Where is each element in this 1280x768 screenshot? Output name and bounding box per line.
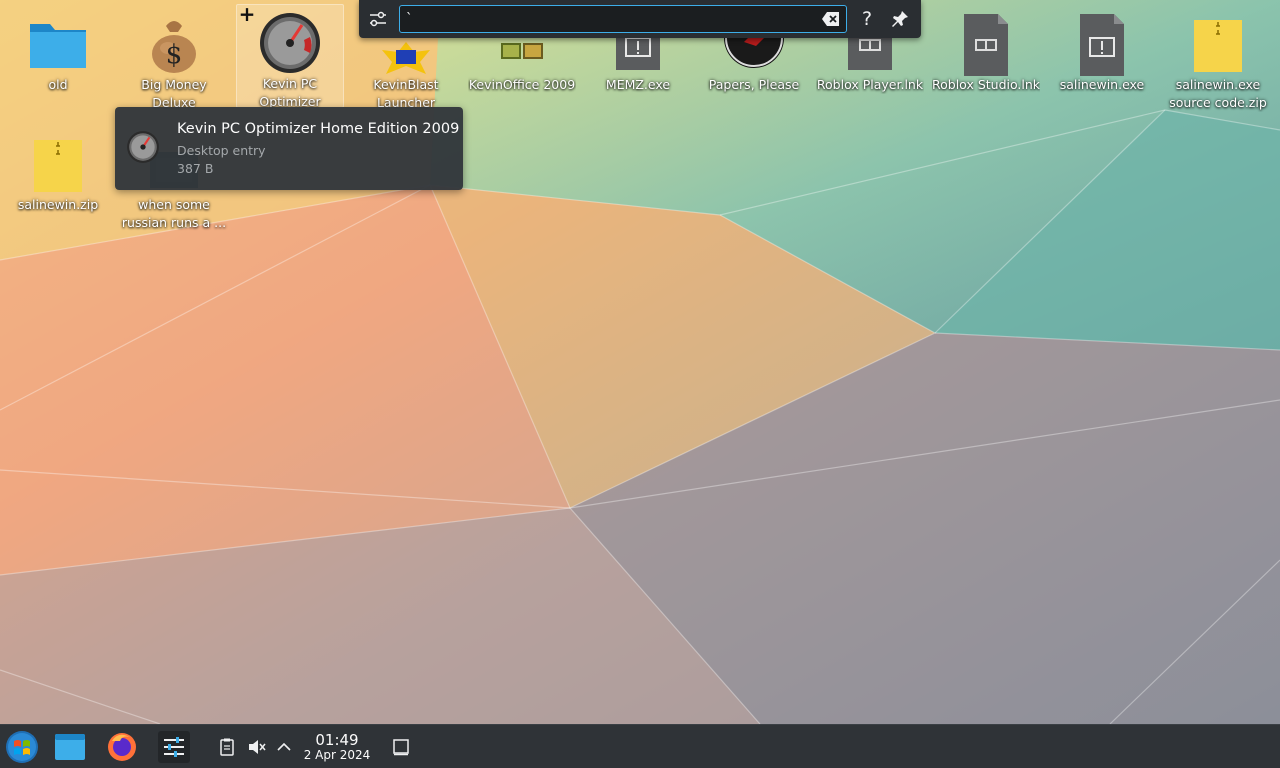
- clock-date[interactable]: 2 Apr 2024: [300, 748, 374, 763]
- desktop-icon-salinewin-zip[interactable]: salinewin.zip: [4, 128, 112, 214]
- svg-text:$: $: [166, 40, 183, 70]
- chevron-up-icon[interactable]: [274, 737, 294, 757]
- clear-text-icon[interactable]: [821, 10, 841, 28]
- desktop-icon-label: salinewin.zip: [17, 197, 99, 212]
- pin-icon[interactable]: [889, 8, 911, 30]
- exe-file-icon: [1070, 12, 1134, 76]
- krunner-search-bar: ?: [359, 0, 921, 38]
- clipboard-icon[interactable]: [217, 737, 237, 757]
- desktop-icon-label: MEMZ.exe: [605, 77, 671, 92]
- desktop-icon-label: Roblox Player.lnk: [816, 77, 924, 92]
- file-manager-icon[interactable]: [52, 729, 88, 765]
- desktop-icon-roblox-studio-lnk[interactable]: Roblox Studio.lnk: [932, 8, 1040, 94]
- krunner-search-input[interactable]: [399, 5, 847, 33]
- desktop-icon-label: Kevin PC Optimizer Hom...: [259, 76, 321, 109]
- start-menu-button[interactable]: [4, 729, 40, 765]
- link-file-icon: [954, 12, 1018, 76]
- desktop-icon-salinewin-source-zip[interactable]: salinewin.exe source code.zip: [1164, 8, 1272, 112]
- desktop-icon-label: when some russian runs a ...: [121, 197, 227, 230]
- help-button[interactable]: ?: [855, 6, 879, 32]
- desktop-icon-label: salinewin.exe: [1059, 77, 1145, 92]
- speedometer-icon: [126, 130, 160, 164]
- tooltip-title: Kevin PC Optimizer Home Edition 2009: [177, 121, 460, 137]
- taskbar: 01:49 2 Apr 2024: [0, 724, 1280, 768]
- desktop-icon-label: KevinOffice 2009: [468, 77, 576, 92]
- show-desktop-icon[interactable]: [391, 737, 411, 757]
- folder-icon: [26, 12, 90, 76]
- file-tooltip: Kevin PC Optimizer Home Edition 2009 Des…: [115, 107, 463, 190]
- zip-file-icon: [1186, 12, 1250, 76]
- desktop-icon-old[interactable]: old: [4, 8, 112, 94]
- volume-muted-icon[interactable]: [246, 737, 266, 757]
- money-bag-icon: $: [142, 12, 206, 76]
- desktop-icon-big-money-deluxe[interactable]: $ Big Money Deluxe: [120, 8, 228, 112]
- zip-file-icon: [26, 132, 90, 196]
- speedometer-icon: [258, 11, 322, 75]
- desktop-icon-label: Papers, Please: [708, 77, 800, 92]
- firefox-icon[interactable]: [104, 729, 140, 765]
- clock-time[interactable]: 01:49: [304, 731, 370, 749]
- desktop-icon-label: salinewin.exe source code.zip: [1169, 77, 1267, 110]
- desktop-icon-label: Roblox Studio.lnk: [932, 77, 1040, 92]
- desktop-icon-salinewin-exe[interactable]: salinewin.exe: [1048, 8, 1156, 94]
- desktop-icon-label: old: [48, 77, 68, 92]
- krunner-settings-icon[interactable]: [367, 8, 389, 30]
- system-settings-icon[interactable]: [156, 729, 192, 765]
- tooltip-file-type: Desktop entry: [177, 143, 266, 158]
- add-to-selection-icon[interactable]: +: [238, 4, 256, 24]
- tooltip-file-size: 387 B: [177, 161, 214, 176]
